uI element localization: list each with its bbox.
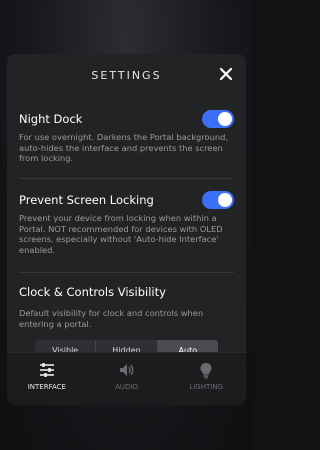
setting-description: Default visibility for clock and control…	[19, 308, 204, 329]
tab-label: AUDIO	[115, 383, 138, 391]
bulb-icon	[200, 363, 212, 379]
divider	[19, 178, 234, 179]
setting-clock-controls-visibility: Clock & Controls Visibility Default visi…	[19, 285, 234, 329]
tab-interface[interactable]: INTERFACE	[7, 353, 87, 405]
divider	[19, 272, 234, 273]
close-button[interactable]	[218, 66, 234, 82]
setting-prevent-screen-locking: Prevent Screen Locking Prevent your devi…	[19, 191, 234, 255]
prevent-locking-toggle[interactable]	[202, 191, 234, 209]
tab-label: LIGHTING	[189, 383, 223, 391]
panel-title: SETTINGS	[91, 69, 162, 82]
night-dock-toggle[interactable]	[202, 110, 234, 128]
speaker-icon	[119, 364, 133, 376]
toggle-knob	[218, 112, 232, 126]
setting-description: For use overnight. Darkens the Portal ba…	[19, 132, 229, 163]
tab-audio[interactable]: AUDIO	[87, 353, 167, 405]
tab-bar: INTERFACE AUDIO LIGHTING	[7, 352, 246, 405]
toggle-knob	[218, 193, 232, 207]
panel-header: SETTINGS	[7, 54, 246, 96]
close-icon	[219, 67, 233, 81]
setting-description: Prevent your device from locking when wi…	[19, 213, 223, 255]
sliders-icon	[39, 363, 54, 377]
tab-lighting[interactable]: LIGHTING	[166, 353, 246, 405]
setting-title: Clock & Controls Visibility	[19, 285, 166, 299]
tab-label: INTERFACE	[27, 383, 66, 391]
setting-night-dock: Night Dock For use overnight. Darkens th…	[19, 110, 234, 164]
